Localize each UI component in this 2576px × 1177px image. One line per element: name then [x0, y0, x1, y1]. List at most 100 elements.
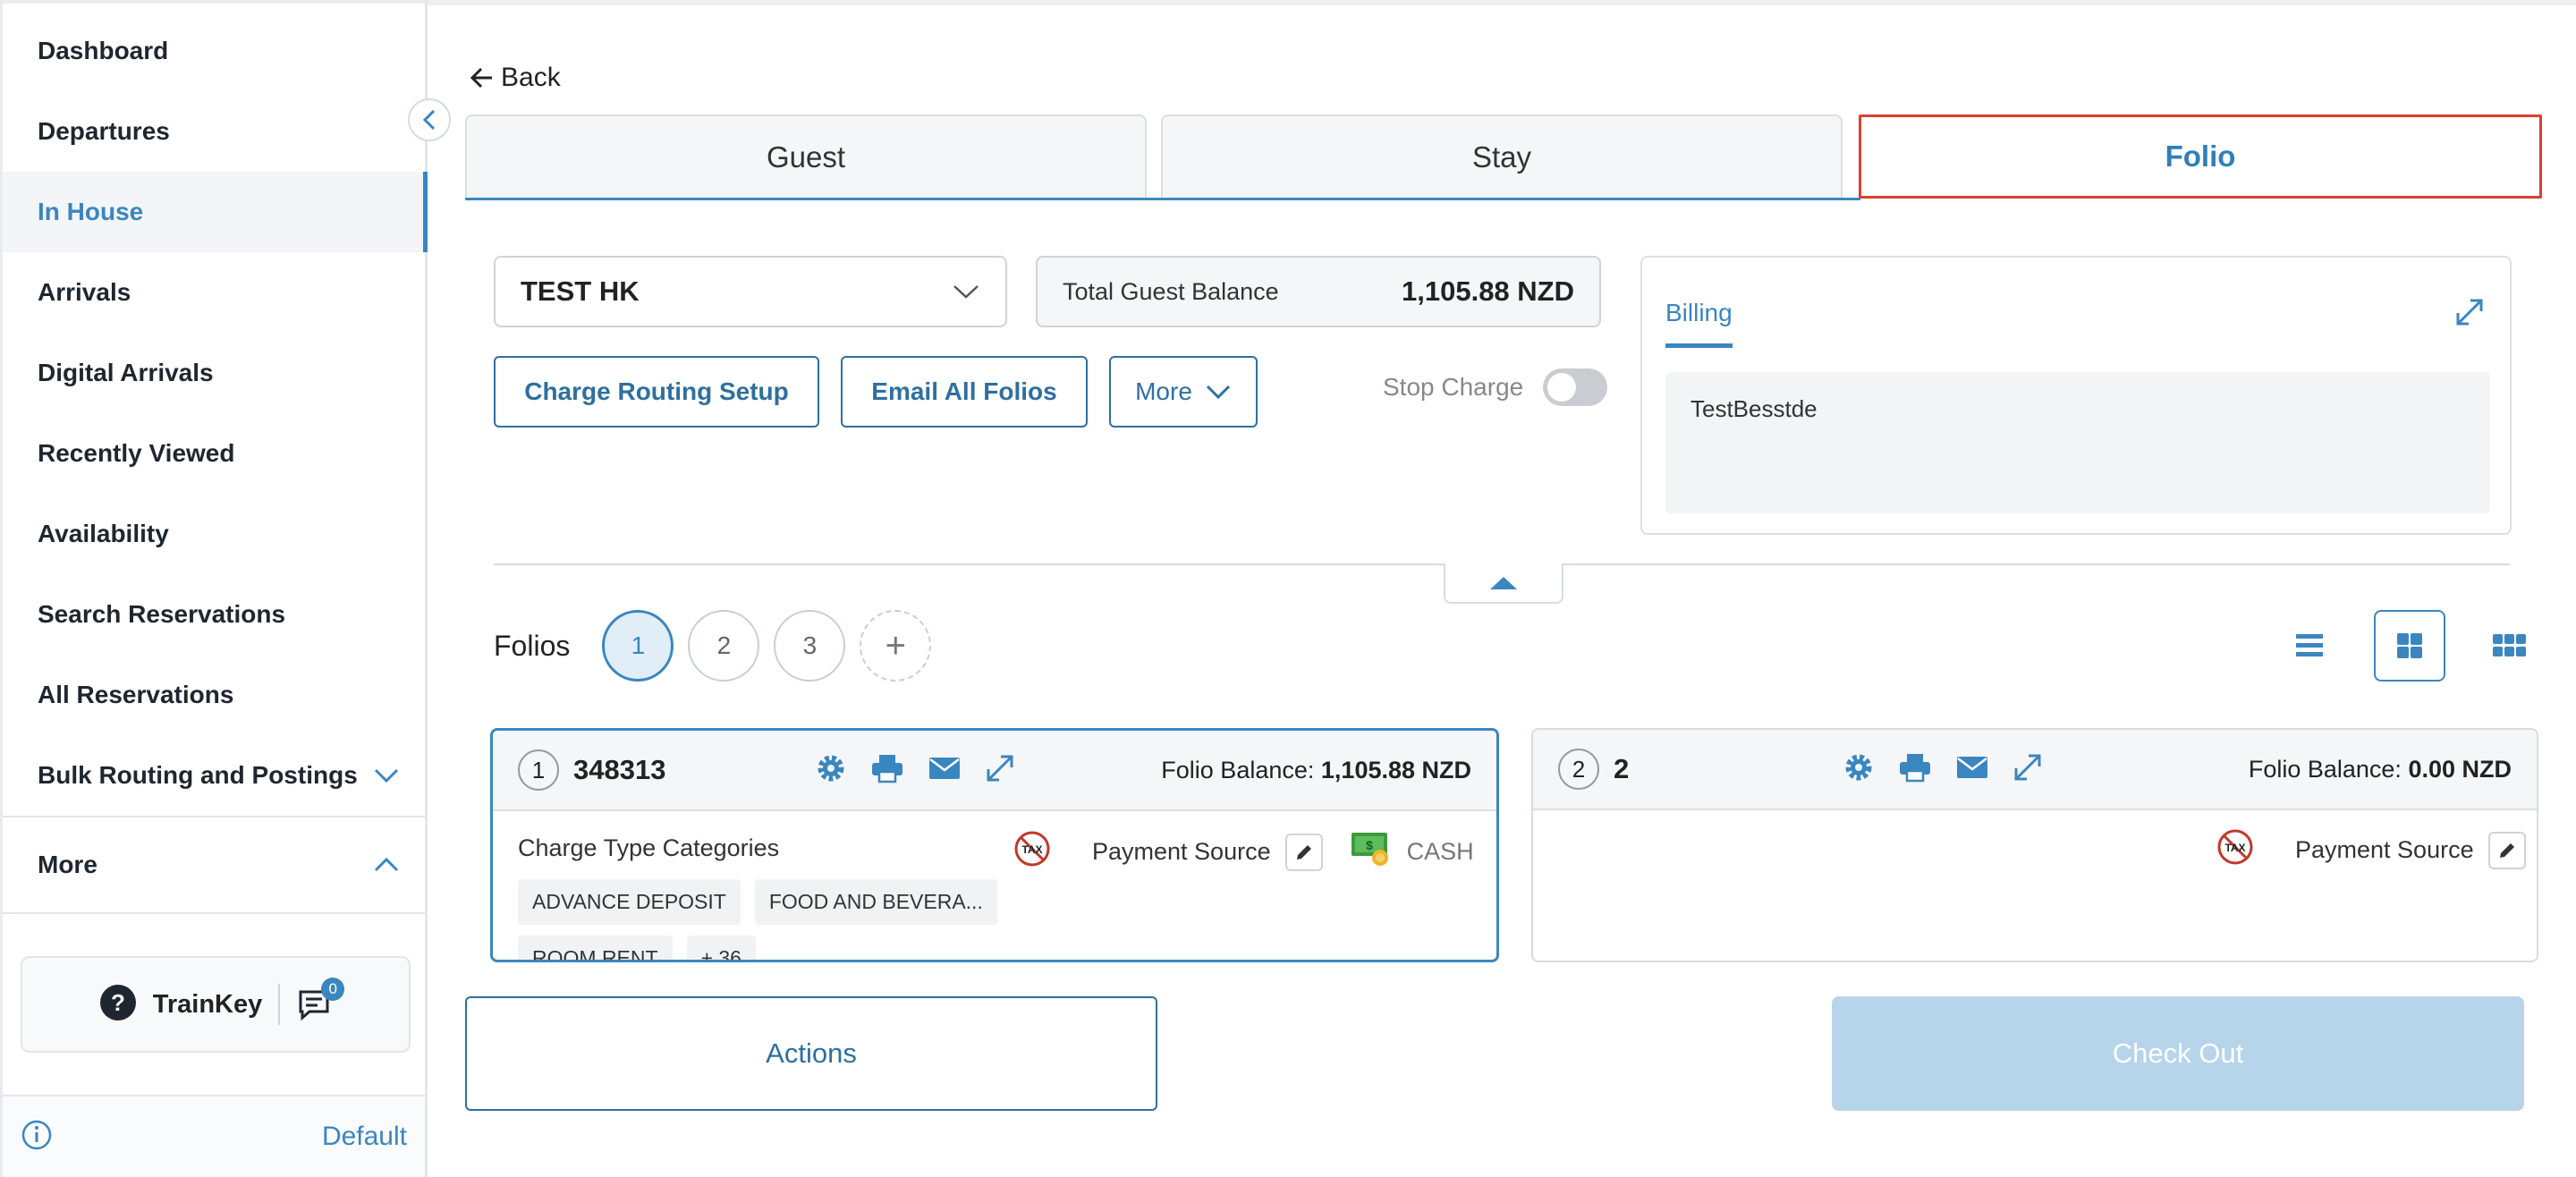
balance-value: 1,105.88 NZD	[1402, 275, 1574, 307]
billing-note: TestBesstde	[1665, 372, 2490, 513]
folio-1-button[interactable]: 1	[602, 610, 674, 682]
messages-button[interactable]: 0	[296, 978, 345, 1022]
billing-tab[interactable]: Billing	[1665, 299, 1733, 348]
chevron-down-icon	[1206, 385, 1230, 400]
add-folio-button[interactable]: +	[860, 610, 932, 682]
folio-card-header: 1 348313 Folio Balance: 1,105.88 NZD	[493, 731, 1496, 811]
folio-card-body: TAX Payment Source	[1533, 810, 2537, 961]
edit-payment-source-button[interactable]	[1284, 833, 1323, 871]
sidebar-item-recently-viewed[interactable]: Recently Viewed	[3, 413, 425, 494]
email-icon[interactable]	[1955, 754, 1989, 785]
expand-icon[interactable]	[2012, 752, 2043, 787]
folio-card[interactable]: 1 348313 Folio Balance: 1,105.88 NZD Cha…	[490, 728, 1499, 962]
payment-source: TAX Payment Source	[2216, 828, 2526, 872]
total-guest-balance: Total Guest Balance 1,105.88 NZD	[1036, 256, 1601, 327]
email-all-folios-button[interactable]: Email All Folios	[841, 356, 1088, 428]
sidebar-more-toggle[interactable]: More	[3, 816, 425, 914]
sidebar-item-digital-arrivals[interactable]: Digital Arrivals	[3, 333, 425, 413]
payment-source-label: Payment Source	[2295, 836, 2474, 863]
sidebar-footer: Default	[3, 1095, 425, 1177]
sidebar-item-label: In House	[38, 198, 144, 225]
folio-balance-value: 1,105.88 NZD	[1320, 756, 1471, 783]
folio-balance: Folio Balance: 0.00 NZD	[2249, 756, 2512, 783]
stop-charge-toggle[interactable]	[1543, 368, 1608, 406]
arrow-left-icon	[470, 67, 492, 89]
main-content: Back Guest Stay Folio TEST HK Total Gues…	[428, 0, 2576, 1177]
more-chips-count[interactable]: + 36	[686, 936, 756, 960]
sidebar-item-availability[interactable]: Availability	[3, 494, 425, 574]
sidebar-item-departures[interactable]: Departures	[3, 91, 425, 172]
message-count-badge: 0	[321, 978, 345, 1001]
sidebar-item-bulk-routing[interactable]: Bulk Routing and Postings	[3, 735, 425, 816]
sidebar-item-dashboard[interactable]: Dashboard	[3, 11, 425, 91]
print-icon[interactable]	[870, 753, 904, 788]
folio-number: 3	[802, 631, 818, 659]
tab-label: Guest	[766, 140, 846, 174]
bottom-action-bar: Actions Check Out	[428, 962, 2576, 1177]
edit-payment-source-button[interactable]	[2487, 831, 2526, 869]
back-button[interactable]: Back	[469, 63, 561, 93]
button-label: Charge Routing Setup	[524, 377, 789, 405]
check-out-button[interactable]: Check Out	[1832, 996, 2524, 1111]
button-label: Email All Folios	[871, 377, 1057, 405]
email-icon[interactable]	[928, 755, 962, 786]
sidebar-item-in-house[interactable]: In House	[3, 172, 428, 252]
help-icon[interactable]: ?	[99, 984, 137, 1026]
guest-select[interactable]: TEST HK	[494, 256, 1007, 327]
folio-3-button[interactable]: 3	[774, 610, 846, 682]
no-tax-icon: TAX	[2216, 828, 2254, 872]
sidebar-item-all-reservations[interactable]: All Reservations	[3, 655, 425, 735]
gear-icon[interactable]	[815, 752, 847, 789]
print-icon[interactable]	[1898, 752, 1932, 787]
trainkey-label[interactable]: TrainKey	[153, 990, 263, 1020]
expand-icon[interactable]	[2454, 297, 2485, 332]
folio-card-actions	[1843, 751, 2043, 788]
payment-source-label: Payment Source	[1092, 838, 1271, 865]
sidebar-item-arrivals[interactable]: Arrivals	[3, 252, 425, 333]
sidebar-item-label: Availability	[38, 520, 169, 547]
folio-card-header: 2 2 Folio Balance: 0.00 NZD	[1533, 730, 2537, 810]
folio-balance-label: Folio Balance:	[1161, 756, 1315, 783]
sidebar-item-label: Departures	[38, 117, 170, 145]
list-icon	[2296, 634, 2323, 656]
grid-3-view-button[interactable]	[2474, 610, 2546, 682]
folio-balance: Folio Balance: 1,105.88 NZD	[1161, 757, 1471, 784]
default-link[interactable]: Default	[322, 1122, 407, 1152]
svg-text:?: ?	[111, 989, 125, 1016]
charge-type-chip: ROOM RENT	[518, 936, 673, 960]
folio-number: 2	[716, 631, 732, 659]
folio-card[interactable]: 2 2 Folio Balance: 0.00 NZD TAX Payment …	[1531, 728, 2538, 962]
sidebar-item-label: Digital Arrivals	[38, 359, 214, 386]
grid-2-view-button[interactable]	[2374, 610, 2445, 682]
list-view-button[interactable]	[2274, 610, 2345, 682]
pencil-icon	[2499, 843, 2514, 858]
info-icon[interactable]	[21, 1119, 53, 1156]
collapse-header-button[interactable]	[1444, 563, 1563, 604]
payment-source: TAX Payment Source $ CASH	[1013, 829, 1474, 875]
charge-type-chip: ADVANCE DEPOSIT	[518, 879, 741, 925]
folio-card-actions	[815, 752, 1015, 789]
tab-stay[interactable]: Stay	[1161, 114, 1843, 199]
expand-icon[interactable]	[985, 753, 1015, 788]
sidebar-item-search-reservations[interactable]: Search Reservations	[3, 574, 425, 655]
top-border	[428, 0, 2576, 5]
tab-folio[interactable]: Folio	[1859, 114, 2542, 199]
collapse-sidebar-button[interactable]	[408, 98, 451, 141]
sidebar-more-label: More	[38, 851, 97, 878]
actions-button[interactable]: Actions	[465, 996, 1157, 1111]
tab-guest[interactable]: Guest	[465, 114, 1147, 199]
chevron-up-icon	[373, 851, 400, 879]
cash-icon: $	[1350, 829, 1393, 875]
svg-text:TAX: TAX	[2224, 842, 2245, 854]
caret-up-icon	[1490, 576, 1517, 589]
gear-icon[interactable]	[1843, 751, 1875, 788]
billing-card: Billing TestBesstde	[1640, 256, 2512, 535]
charge-routing-setup-button[interactable]: Charge Routing Setup	[494, 356, 819, 428]
folios-selector: Folios 1 2 3 +	[494, 610, 945, 682]
tab-label: Folio	[2165, 140, 2236, 173]
folio-card-body: Charge Type Categories ADVANCE DEPOSIT F…	[493, 811, 1496, 960]
folio-2-button[interactable]: 2	[688, 610, 760, 682]
grid-icon	[2397, 633, 2422, 658]
pencil-icon	[1296, 844, 1311, 859]
more-dropdown-button[interactable]: More	[1109, 356, 1258, 428]
